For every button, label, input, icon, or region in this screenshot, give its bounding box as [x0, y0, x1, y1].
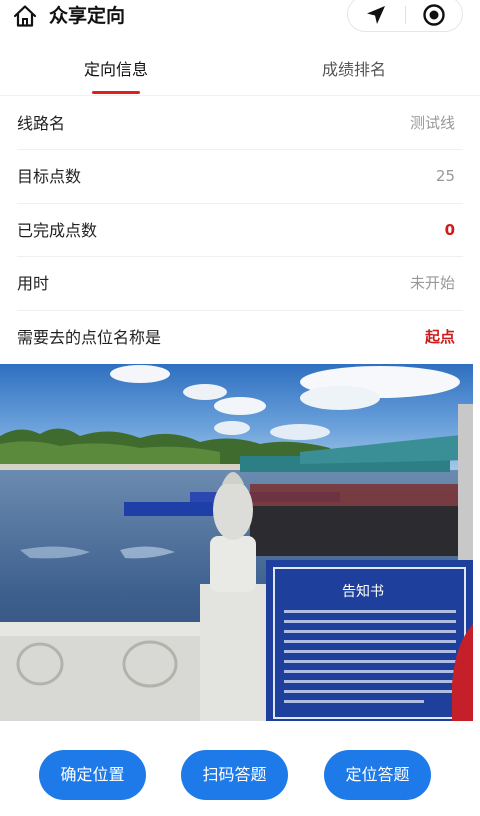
tab-orienteering-info[interactable]: 定向信息 — [36, 58, 196, 82]
target-count-value: 25 — [435, 167, 455, 186]
mini-program-capsule — [347, 0, 463, 32]
tab-score-ranking[interactable]: 成绩排名 — [274, 58, 434, 82]
confirm-location-button[interactable]: 确定位置 — [39, 750, 146, 800]
info-row-target-count: 目标点数 25 — [17, 150, 463, 204]
scan-answer-button[interactable]: 扫码答题 — [181, 750, 288, 800]
action-bar: 确定位置 扫码答题 定位答题 — [0, 728, 480, 816]
route-name-value: 测试线 — [409, 114, 455, 132]
tab-bar: 定向信息 成绩排名 — [0, 50, 480, 96]
next-point-value: 起点 — [424, 327, 455, 346]
locate-answer-button[interactable]: 定位答题 — [324, 750, 431, 800]
lake-scene-image: 告知书 — [0, 364, 473, 721]
sign-title: 告知书 — [342, 583, 384, 600]
record-target-icon[interactable] — [422, 3, 446, 27]
app-title: 众享定向 — [49, 5, 126, 27]
home-icon[interactable] — [12, 3, 38, 29]
elapsed-time-label: 用时 — [17, 274, 50, 294]
info-row-next-point: 需要去的点位名称是 起点 — [17, 311, 463, 364]
info-row-completed-count: 已完成点数 0 — [17, 204, 463, 258]
elapsed-time-value: 未开始 — [409, 274, 455, 293]
next-point-label: 需要去的点位名称是 — [17, 327, 162, 347]
checkpoint-photo: 告知书 — [0, 364, 473, 721]
target-count-label: 目标点数 — [17, 167, 82, 187]
route-name-label: 线路名 — [17, 114, 66, 133]
info-row-route: 线路名 测试线 — [17, 97, 463, 151]
info-row-elapsed-time: 用时 未开始 — [17, 257, 463, 311]
capsule-divider — [405, 6, 406, 24]
navigation-arrow-icon[interactable] — [364, 3, 388, 27]
active-tab-indicator — [92, 91, 140, 94]
navigation-bar: 众享定向 — [0, 0, 480, 36]
orienteering-info-list: 线路名 测试线 目标点数 25 已完成点数 0 用时 未开始 需要去的点位名称是… — [0, 97, 480, 364]
completed-count-label: 已完成点数 — [17, 220, 98, 240]
completed-count-value: 0 — [444, 220, 455, 239]
